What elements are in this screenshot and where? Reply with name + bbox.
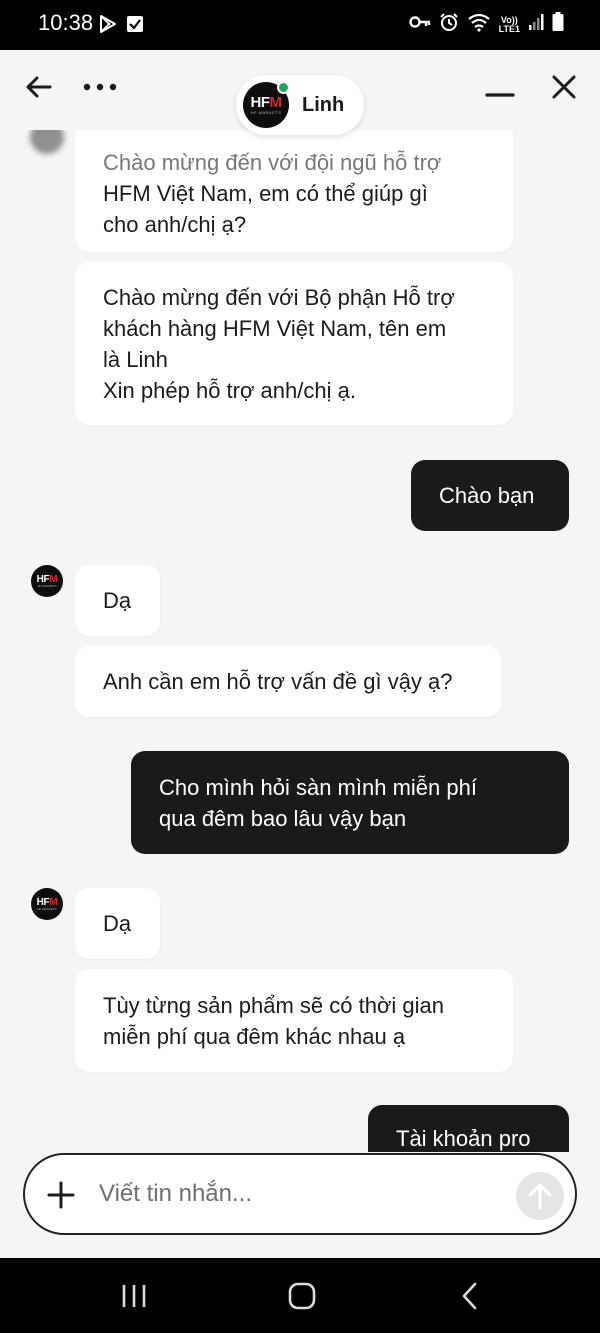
network-label: Vo)) LTE1 — [498, 14, 520, 34]
recent-apps-button[interactable] — [114, 1280, 154, 1312]
chat-header: HFM HF MARKETS Linh — [0, 50, 600, 135]
arrow-up-icon — [528, 1183, 552, 1210]
minimize-icon — [485, 93, 515, 97]
message-composer — [23, 1153, 577, 1235]
agent-name: Linh — [302, 93, 345, 116]
agent-message: Chào mừng đến với đội ngũ hỗ trợ HFM Việ… — [75, 130, 513, 252]
status-bar: 10:38 Vo)) LTE1 — [0, 0, 600, 50]
checkbox-icon — [126, 15, 144, 38]
agent-avatar: HFM HF MARKETS — [243, 81, 290, 128]
agent-avatar: HFM HF MARKETS — [31, 565, 63, 597]
close-icon — [552, 75, 576, 99]
signal-icon — [528, 13, 544, 36]
online-status-dot — [277, 81, 290, 94]
system-nav-bar — [0, 1258, 600, 1333]
agent-avatar: HFM HF MARKETS — [31, 888, 63, 920]
minimize-button[interactable] — [480, 80, 520, 110]
play-store-icon — [98, 14, 118, 39]
plus-icon — [47, 1181, 75, 1209]
chat-messages[interactable]: Chào mừng đến với đội ngũ hỗ trợ HFM Việ… — [0, 130, 600, 1152]
back-button[interactable] — [18, 72, 58, 102]
battery-icon — [552, 12, 564, 37]
attach-button[interactable] — [43, 1177, 79, 1213]
send-button[interactable] — [516, 1172, 564, 1220]
agent-message: Tùy từng sản phẩm sẽ có thời gian miễn p… — [75, 969, 513, 1072]
close-button[interactable] — [544, 70, 584, 104]
back-arrow-icon — [26, 76, 52, 98]
agent-info: HFM HF MARKETS Linh — [236, 75, 364, 135]
agent-message: Dạ — [75, 565, 160, 636]
user-message: Chào bạn — [411, 460, 569, 531]
brand-logo: HFM — [250, 94, 283, 111]
agent-message: Dạ — [75, 888, 160, 959]
vpn-key-icon — [408, 14, 431, 35]
home-button[interactable] — [282, 1280, 322, 1312]
back-chevron-icon — [462, 1282, 477, 1310]
more-options-icon — [83, 83, 117, 91]
back-nav-button[interactable] — [450, 1280, 490, 1312]
user-message: Cho mình hỏi sàn mình miễn phí qua đêm b… — [131, 751, 569, 854]
recent-apps-icon — [122, 1285, 146, 1307]
agent-avatar-faded — [30, 130, 64, 154]
agent-message: Anh cần em hỗ trợ vấn đề gì vậy ạ? — [75, 646, 501, 717]
message-input[interactable] — [99, 1173, 499, 1215]
wifi-icon — [467, 12, 491, 37]
more-options-button[interactable] — [80, 72, 120, 102]
agent-message: Chào mừng đến với Bộ phận Hỗ trợ khách h… — [75, 262, 513, 425]
alarm-icon — [439, 12, 459, 37]
status-time: 10:38 — [38, 10, 94, 35]
home-icon — [288, 1282, 316, 1310]
user-message: Tài khoản pro — [368, 1105, 569, 1152]
